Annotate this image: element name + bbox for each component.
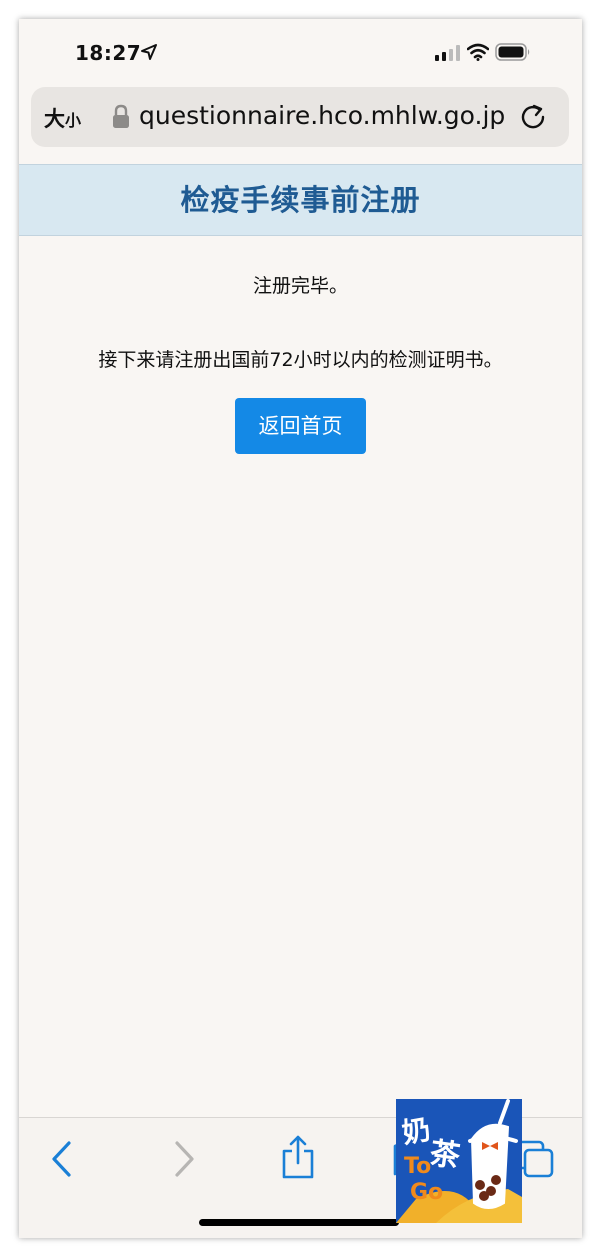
phone-screen: 18:27 大小 questionnaire.hco.mhlw.go.jp 检疫… [19, 19, 582, 1238]
status-time: 18:27 [75, 41, 142, 65]
text-size-button[interactable]: 大小 [44, 103, 81, 133]
page-title: 检疫手续事前注册 [180, 183, 421, 217]
svg-text:Go: Go [410, 1180, 443, 1205]
home-indicator [199, 1219, 399, 1226]
location-arrow-icon [141, 44, 157, 60]
cellular-signal-icon [435, 45, 460, 61]
share-icon[interactable] [279, 1134, 317, 1180]
url-text[interactable]: questionnaire.hco.mhlw.go.jp [139, 101, 507, 135]
svg-text:To: To [404, 1154, 431, 1179]
status-bar: 18:27 [19, 19, 582, 85]
page-header: 检疫手续事前注册 [19, 164, 582, 236]
return-home-button[interactable]: 返回首页 [235, 398, 366, 454]
svg-text:奶: 奶 [400, 1113, 433, 1150]
milk-tea-to-go-logo: 奶 茶 To Go [396, 1099, 522, 1223]
forward-icon[interactable] [171, 1140, 197, 1178]
next-step-message: 接下来请注册出国前72小时以内的检测证明书。 [98, 349, 503, 371]
battery-icon [495, 43, 530, 61]
lock-icon [113, 104, 129, 128]
back-icon[interactable] [49, 1140, 75, 1178]
svg-text:茶: 茶 [428, 1136, 464, 1175]
registration-complete-message: 注册完毕。 [252, 275, 348, 297]
address-bar[interactable]: 大小 questionnaire.hco.mhlw.go.jp [31, 87, 569, 147]
reload-icon[interactable] [519, 103, 547, 131]
wifi-icon [467, 43, 489, 61]
